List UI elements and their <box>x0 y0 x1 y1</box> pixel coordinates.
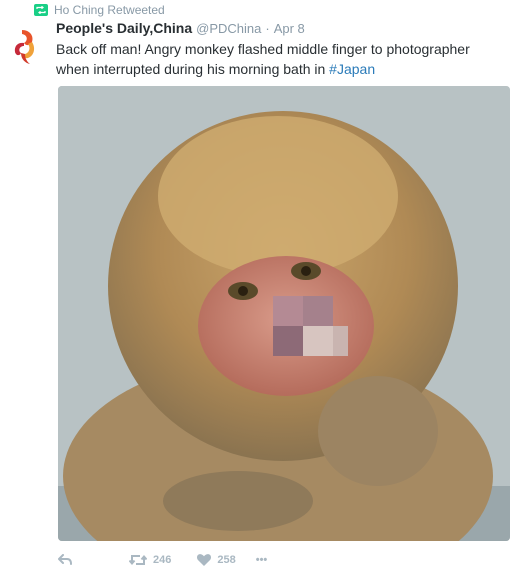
reply-button[interactable] <box>58 554 72 566</box>
tweet-photo[interactable] <box>58 86 510 541</box>
user-handle[interactable]: @PDChina <box>196 21 261 36</box>
like-count: 258 <box>217 554 236 566</box>
tweet-body: Back off man! Angry monkey flashed middl… <box>56 41 470 77</box>
retweeted-by-link[interactable]: Ho Ching Retweeted <box>54 3 165 17</box>
avatar[interactable] <box>8 26 40 66</box>
retweet-context: Ho Ching Retweeted <box>34 2 165 18</box>
monkey-photo <box>58 86 510 541</box>
retweet-button[interactable]: 246 <box>129 554 171 566</box>
retweet-count: 246 <box>153 554 172 566</box>
retweet-icon <box>34 4 48 16</box>
tweet-text: Back off man! Angry monkey flashed middl… <box>56 39 506 79</box>
tweet-actions: 246 258 ••• <box>58 550 267 570</box>
retweet-action-icon <box>129 554 147 566</box>
tweet-header: People's Daily,China @PDChina · Apr 8 <box>56 20 305 38</box>
reply-icon <box>58 554 72 565</box>
people-daily-logo-icon <box>14 30 35 64</box>
like-button[interactable]: 258 <box>197 554 236 566</box>
separator: · <box>265 21 270 36</box>
display-name[interactable]: People's Daily,China <box>56 20 192 36</box>
timestamp-link[interactable]: Apr 8 <box>274 21 305 36</box>
heart-icon <box>197 554 212 566</box>
more-options-button[interactable]: ••• <box>256 554 268 566</box>
more-icon: ••• <box>255 554 268 566</box>
hashtag-link[interactable]: #Japan <box>329 61 375 77</box>
